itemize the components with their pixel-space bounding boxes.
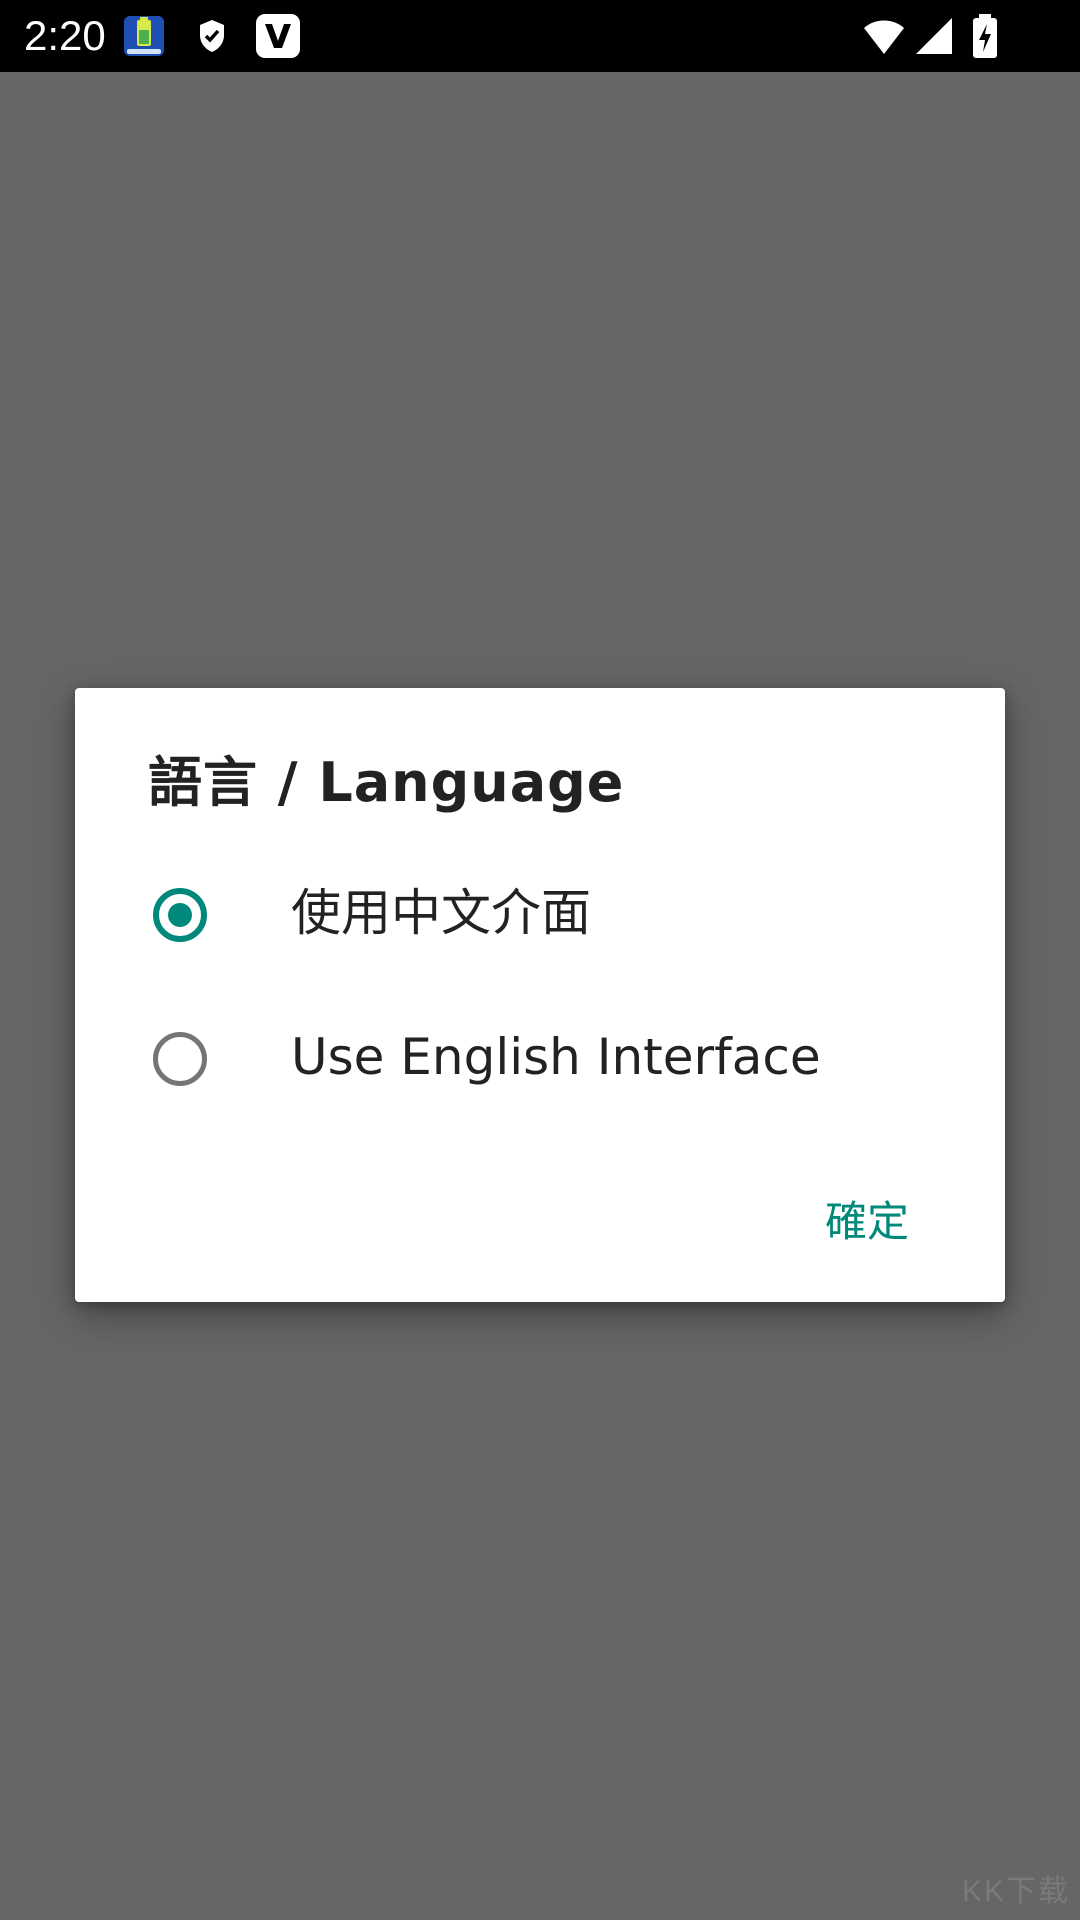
language-dialog: 語言 / Language 使用中文介面 Use English Interfa…	[75, 688, 1005, 1302]
confirm-button[interactable]: 確定	[817, 1190, 917, 1254]
option-label: 使用中文介面	[291, 884, 591, 942]
wifi-icon	[862, 14, 906, 58]
option-chinese-interface[interactable]: 使用中文介面	[75, 848, 1005, 988]
battery-charging-icon	[970, 12, 1000, 60]
option-english-interface[interactable]: Use English Interface	[75, 992, 1005, 1132]
battery-app-icon	[122, 14, 166, 58]
watermark: KK下载	[961, 1875, 1070, 1908]
status-bar: 2:20	[0, 0, 1080, 72]
option-label: Use English Interface	[291, 1028, 821, 1086]
v-app-icon	[254, 12, 302, 60]
status-time: 2:20	[24, 12, 106, 59]
signal-icon	[912, 14, 956, 58]
shield-icon	[190, 14, 234, 58]
dialog-title: 語言 / Language	[148, 751, 625, 814]
radio-button-unchecked[interactable]	[153, 1032, 207, 1086]
radio-button-checked[interactable]	[153, 888, 207, 942]
